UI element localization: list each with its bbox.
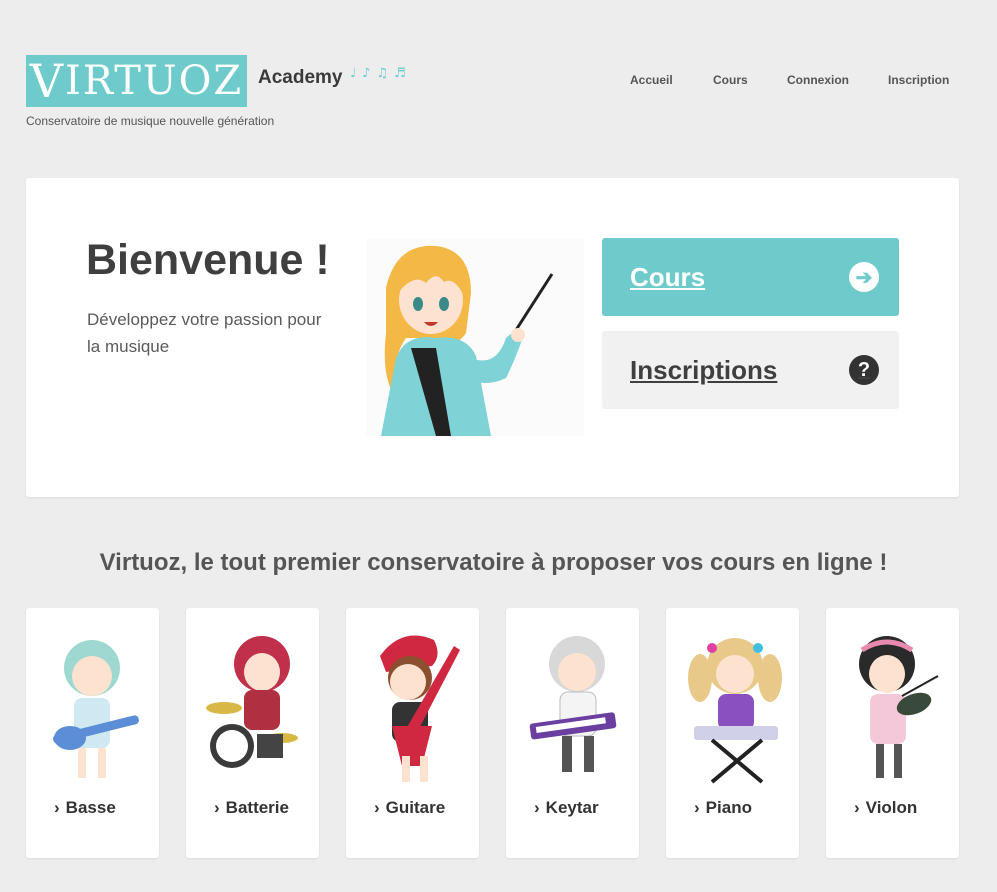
guitar-character-icon bbox=[380, 635, 460, 782]
logo-academy-text: Academy bbox=[258, 67, 343, 88]
course-label: › Basse bbox=[54, 798, 116, 817]
arrow-right-circle-icon: ➔ bbox=[849, 262, 879, 292]
drums-character-icon bbox=[206, 636, 298, 768]
course-card-batterie[interactable]: › Batterie bbox=[186, 608, 319, 858]
nav-cours[interactable]: Cours bbox=[713, 73, 748, 87]
course-label: › Guitare bbox=[374, 798, 446, 817]
logo-rest: IRTUOZ bbox=[65, 58, 244, 104]
cours-button-label: Cours bbox=[630, 261, 706, 292]
tagline: Conservatoire de musique nouvelle généra… bbox=[26, 114, 275, 128]
hero-panel: Bienvenue ! Développez votre passion pou… bbox=[26, 178, 959, 497]
course-card-violon[interactable]: › Violon bbox=[826, 608, 959, 858]
chevron-right-icon: › bbox=[54, 798, 60, 817]
course-label: › Batterie bbox=[214, 798, 289, 817]
violin-character-icon bbox=[859, 636, 939, 778]
course-card-guitare[interactable]: › Guitare bbox=[346, 608, 479, 858]
course-label: › Violon bbox=[854, 798, 918, 817]
chevron-right-icon: › bbox=[214, 798, 220, 817]
chevron-right-icon: › bbox=[694, 798, 700, 817]
nav-inscription[interactable]: Inscription bbox=[888, 73, 949, 87]
nav-connexion[interactable]: Connexion bbox=[787, 73, 849, 87]
teacher-illustration bbox=[366, 238, 584, 436]
course-card-basse[interactable]: › Basse bbox=[26, 608, 159, 858]
hero-subtitle: Développez votre passion pour la musique bbox=[87, 310, 322, 356]
music-notes-icon: ♩♪♫♬ bbox=[350, 66, 412, 81]
nav-accueil[interactable]: Accueil bbox=[630, 73, 673, 87]
course-label: › Piano bbox=[694, 798, 752, 817]
bass-guitar-character-icon bbox=[53, 640, 139, 778]
inscriptions-button-label: Inscriptions bbox=[630, 354, 778, 385]
piano-character-icon bbox=[688, 638, 782, 784]
section-title: Virtuoz, le tout premier conservatoire à… bbox=[99, 549, 888, 576]
cours-button[interactable]: Cours ➔ bbox=[602, 238, 899, 316]
hero-title: Bienvenue ! bbox=[86, 236, 330, 284]
chevron-right-icon: › bbox=[854, 798, 860, 817]
inscriptions-button[interactable]: Inscriptions ? bbox=[602, 331, 899, 409]
chevron-right-icon: › bbox=[374, 798, 380, 817]
course-card-piano[interactable]: › Piano bbox=[666, 608, 799, 858]
question-circle-icon: ? bbox=[849, 355, 879, 385]
keytar-character-icon bbox=[529, 636, 617, 772]
course-card-keytar[interactable]: › Keytar bbox=[506, 608, 639, 858]
chevron-right-icon: › bbox=[534, 798, 540, 817]
logo[interactable]: V IRTUOZ bbox=[26, 54, 247, 108]
logo-initial: V bbox=[29, 54, 66, 108]
main-nav: Accueil Cours Connexion Inscription bbox=[600, 73, 960, 89]
course-label: › Keytar bbox=[534, 798, 599, 817]
